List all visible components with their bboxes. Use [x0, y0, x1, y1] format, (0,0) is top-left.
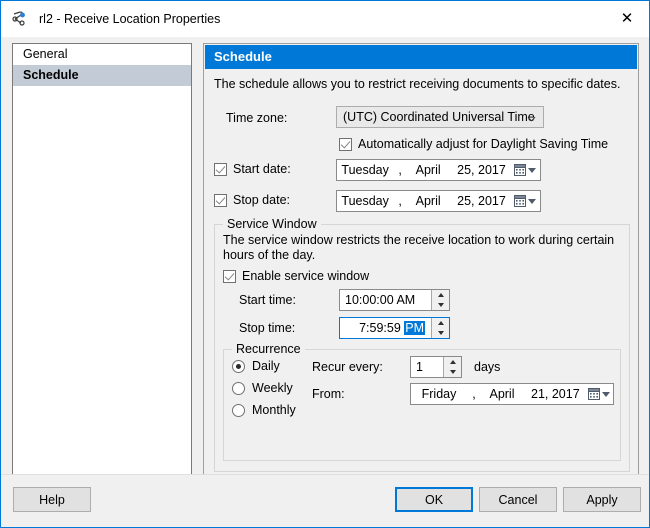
recur-every-stepper[interactable]: 1	[410, 356, 462, 378]
stop-time-meridiem-selected[interactable]: PM	[404, 321, 425, 335]
stop-date-label: Stop date:	[233, 193, 290, 207]
sidebar-item-general[interactable]: General	[13, 44, 191, 65]
enable-service-window-checkbox[interactable]: Enable service window	[223, 269, 369, 283]
recurrence-from-date-picker[interactable]: Friday , April 21, 2017	[410, 383, 614, 405]
start-date-month[interactable]: April	[407, 163, 449, 177]
enable-service-window-label: Enable service window	[242, 269, 370, 283]
panel-title: Schedule	[205, 45, 637, 69]
timezone-value: (UTC) Coordinated Universal Time	[343, 110, 535, 124]
start-time-input[interactable]: 10:00:00 AM	[339, 289, 450, 311]
recurrence-from-label: From:	[312, 387, 345, 401]
spinner-up-icon[interactable]	[432, 290, 449, 300]
panel-description: The schedule allows you to restrict rece…	[214, 77, 621, 91]
stop-time-label: Stop time:	[239, 321, 296, 335]
service-window-description: The service window restricts the receive…	[223, 233, 615, 262]
start-date-label: Start date:	[233, 162, 291, 176]
start-time-spinner[interactable]	[431, 290, 449, 310]
start-date-day[interactable]: Tuesday	[337, 163, 393, 177]
dialog-body: General Schedule Schedule The schedule a…	[1, 37, 649, 486]
help-button[interactable]: Help	[13, 487, 91, 512]
chevron-down-icon	[528, 167, 536, 173]
stop-date-day[interactable]: Tuesday	[337, 194, 393, 208]
recurrence-from-day[interactable]: Friday	[411, 387, 467, 401]
ok-button[interactable]: OK	[395, 487, 473, 512]
stop-time-value: 7:59:59 PM	[340, 321, 431, 335]
chevron-down-icon	[527, 113, 536, 122]
stop-date-dropdown-button[interactable]	[510, 191, 540, 211]
stop-time-value-prefix: 7:59:59	[359, 321, 405, 335]
checkbox-check-icon	[223, 269, 236, 283]
recur-every-spinner[interactable]	[443, 357, 461, 377]
start-date-dropdown-button[interactable]	[510, 160, 540, 180]
start-date-separator: ,	[398, 163, 402, 177]
start-time-value: 10:00:00 AM	[345, 293, 416, 307]
recurrence-from-dropdown-button[interactable]	[584, 384, 614, 404]
radio-selected-icon	[232, 359, 245, 373]
recur-every-label: Recur every:	[312, 360, 383, 374]
start-time-label: Start time:	[239, 293, 296, 307]
stop-time-input[interactable]: 7:59:59 PM	[339, 317, 450, 339]
spinner-down-icon[interactable]	[444, 367, 461, 377]
radio-unselected-icon	[232, 381, 245, 395]
stop-date-separator: ,	[398, 194, 402, 208]
stop-date-month[interactable]: April	[407, 194, 449, 208]
checkbox-check-icon	[214, 162, 227, 176]
recurrence-option-weekly[interactable]: Weekly	[232, 381, 293, 395]
cancel-button[interactable]: Cancel	[479, 487, 557, 512]
stop-time-spinner[interactable]	[431, 318, 449, 338]
recur-every-value: 1	[416, 360, 423, 374]
start-date-fields: Tuesday , April 25, 2017	[337, 163, 510, 177]
window-title: rl2 - Receive Location Properties	[39, 12, 221, 26]
daylight-saving-checkbox[interactable]: Automatically adjust for Daylight Saving…	[339, 137, 608, 151]
recur-every-unit: days	[474, 360, 501, 374]
calendar-icon	[514, 195, 526, 207]
recurrence-option-daily[interactable]: Daily	[232, 359, 280, 373]
spinner-down-icon[interactable]	[432, 300, 449, 310]
spinner-up-icon[interactable]	[432, 318, 449, 328]
dialog-footer: Help OK Cancel Apply	[1, 474, 649, 527]
sidebar-item-schedule[interactable]: Schedule	[13, 65, 191, 86]
start-date-daynum-year[interactable]: 25, 2017	[457, 163, 506, 177]
recurrence-title: Recurrence	[232, 342, 305, 356]
apply-button[interactable]: Apply	[563, 487, 641, 512]
recurrence-from-month[interactable]: April	[481, 387, 523, 401]
spinner-down-icon[interactable]	[432, 328, 449, 338]
service-window-title: Service Window	[223, 217, 321, 231]
calendar-icon	[514, 164, 526, 176]
checkbox-check-icon	[214, 193, 227, 207]
recurrence-from-daynum-year[interactable]: 21, 2017	[531, 387, 580, 401]
recurrence-group: Recurrence Daily Weekly Monthly Recur ev…	[223, 342, 621, 461]
chevron-down-icon	[528, 198, 536, 204]
stop-date-picker[interactable]: Tuesday , April 25, 2017	[336, 190, 541, 212]
timezone-select[interactable]: (UTC) Coordinated Universal Time	[336, 106, 544, 128]
start-date-picker[interactable]: Tuesday , April 25, 2017	[336, 159, 541, 181]
start-date-checkbox[interactable]: Start date:	[214, 162, 291, 176]
chevron-down-icon	[601, 391, 610, 397]
schedule-panel: Schedule The schedule allows you to rest…	[203, 43, 639, 486]
recurrence-daily-label: Daily	[252, 359, 280, 373]
radio-unselected-icon	[232, 403, 245, 417]
recurrence-from-fields: Friday , April 21, 2017	[411, 387, 584, 401]
receive-location-properties-dialog: rl2 - Receive Location Properties ✕ Gene…	[0, 0, 650, 528]
spinner-up-icon[interactable]	[444, 357, 461, 367]
stop-date-checkbox[interactable]: Stop date:	[214, 193, 290, 207]
calendar-icon	[587, 388, 600, 400]
stop-date-daynum-year[interactable]: 25, 2017	[457, 194, 506, 208]
title-bar: rl2 - Receive Location Properties ✕	[1, 1, 649, 37]
stop-date-fields: Tuesday , April 25, 2017	[337, 194, 510, 208]
recurrence-monthly-label: Monthly	[252, 403, 296, 417]
checkbox-check-icon	[339, 137, 352, 151]
daylight-saving-label: Automatically adjust for Daylight Saving…	[358, 137, 609, 151]
close-icon[interactable]: ✕	[605, 1, 649, 36]
recurrence-from-separator: ,	[472, 387, 476, 401]
recurrence-option-monthly[interactable]: Monthly	[232, 403, 296, 417]
timezone-label: Time zone:	[226, 111, 288, 125]
recurrence-weekly-label: Weekly	[252, 381, 293, 395]
service-window-group: Service Window The service window restri…	[214, 217, 630, 472]
receive-location-icon	[11, 9, 31, 29]
settings-sidebar: General Schedule	[12, 43, 192, 486]
